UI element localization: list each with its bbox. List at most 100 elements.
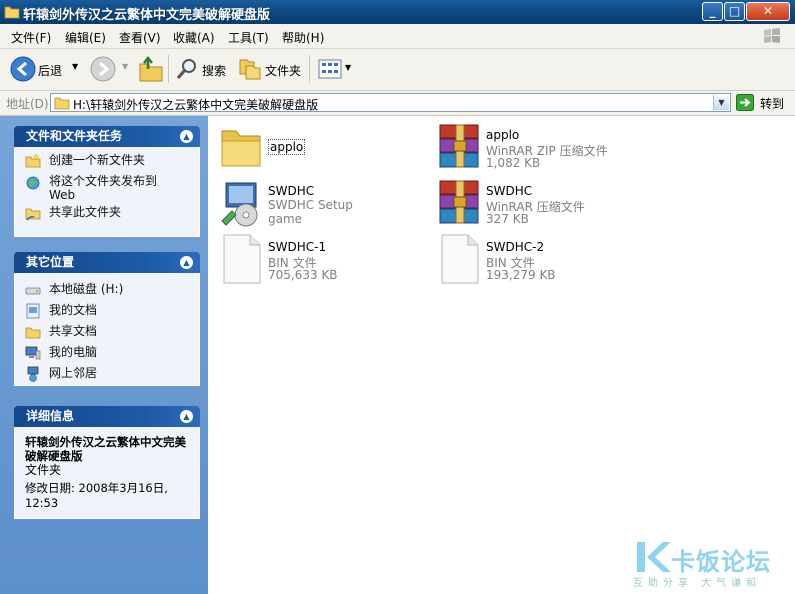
file-item[interactable]: SWDHC WinRAR 压缩文件 327 KB <box>434 177 644 229</box>
other-places-header[interactable]: 其它位置 ▲ <box>14 252 200 273</box>
folders-icon <box>239 59 261 80</box>
back-label: 后退 <box>38 64 63 78</box>
back-arrow-icon <box>10 56 36 82</box>
file-tasks-panel: 文件和文件夹任务 ▲ 创建一个新文件夹 将这个文件夹发布到 Web 共享此文件夹 <box>14 126 200 237</box>
setup-icon <box>221 182 258 227</box>
other-places-body: 本地磁盘 (H:) 我的文档 共享文档 我的电脑 网上邻居 <box>14 273 200 386</box>
file-item[interactable]: applo WinRAR ZIP 压缩文件 1,082 KB <box>434 121 644 173</box>
file-name: SWDHC <box>486 184 533 198</box>
menu-view[interactable]: 查看(V) <box>119 29 161 46</box>
my-computer-icon <box>25 346 41 360</box>
place-my-documents[interactable]: 我的文档 <box>25 303 189 323</box>
folder-icon <box>4 6 20 19</box>
folder-icon <box>221 130 261 167</box>
menu-edit[interactable]: 编辑(E) <box>65 29 106 46</box>
task-share-folder[interactable]: 共享此文件夹 <box>25 205 189 225</box>
task-new-folder[interactable]: 创建一个新文件夹 <box>25 153 189 173</box>
toolbar: 后退 ▼ ▼ 搜索 文件夹 ▼ <box>0 49 795 91</box>
file-list: applo applo WinRAR ZIP 压缩文件 1,082 KB SWD… <box>208 116 795 594</box>
file-size: 327 KB <box>486 212 529 226</box>
address-label: 地址(D) <box>6 97 49 111</box>
blank-file-icon <box>441 234 479 284</box>
other-places-title: 其它位置 <box>26 255 75 269</box>
details-body: 轩辕剑外传汉之云繁体中文完美破解硬盘版 文件夹 修改日期: 2008年3月16日… <box>14 427 200 519</box>
task-label: 共享此文件夹 <box>49 205 122 219</box>
chevron-down-icon[interactable]: ▼ <box>345 63 351 72</box>
task-label: 将这个文件夹发布到 Web <box>49 174 158 202</box>
place-local-disk[interactable]: 本地磁盘 (H:) <box>25 282 189 302</box>
place-label: 我的文档 <box>49 303 98 317</box>
file-tasks-header[interactable]: 文件和文件夹任务 ▲ <box>14 126 200 147</box>
go-arrow-icon <box>736 94 754 111</box>
collapse-icon[interactable]: ▲ <box>180 256 193 269</box>
folder-icon <box>54 97 70 110</box>
task-publish-web[interactable]: 将这个文件夹发布到 Web <box>25 174 189 204</box>
file-item[interactable]: SWDHC SWDHC Setup game <box>216 177 426 229</box>
file-name: SWDHC-1 <box>268 240 327 254</box>
details-type: 文件夹 <box>25 463 62 477</box>
file-item[interactable]: applo <box>216 121 426 173</box>
network-places-icon <box>27 366 39 382</box>
task-label: 创建一个新文件夹 <box>49 153 146 167</box>
menu-tools[interactable]: 工具(T) <box>228 29 269 46</box>
chevron-down-icon[interactable]: ▼ <box>122 62 128 71</box>
address-dropdown-button[interactable]: ▼ <box>713 95 729 110</box>
title-bar[interactable]: 轩辕剑外传汉之云繁体中文完美破解硬盘版 _ □ ✕ <box>0 0 795 25</box>
windows-logo-icon <box>764 28 780 43</box>
menu-favorites[interactable]: 收藏(A) <box>173 29 215 46</box>
file-item[interactable]: SWDHC-1 BIN 文件 705,633 KB <box>216 233 426 285</box>
views-button[interactable]: ▼ <box>318 59 354 81</box>
separator <box>168 55 169 83</box>
blank-file-icon <box>223 234 261 284</box>
details-title: 详细信息 <box>26 409 75 423</box>
file-item[interactable]: SWDHC-2 BIN 文件 193,279 KB <box>434 233 644 285</box>
close-button[interactable]: ✕ <box>746 2 790 21</box>
file-name: applo <box>268 139 306 155</box>
place-label: 本地磁盘 (H:) <box>49 282 124 296</box>
window-title: 轩辕剑外传汉之云繁体中文完美破解硬盘版 <box>23 8 271 23</box>
watermark-slogan: 互助分享 大气谦和 <box>633 578 762 589</box>
file-size: 1,082 KB <box>486 156 541 170</box>
minimize-button[interactable]: _ <box>702 2 723 21</box>
details-name: 轩辕剑外传汉之云繁体中文完美破解硬盘版 <box>25 435 186 463</box>
file-tasks-title: 文件和文件夹任务 <box>26 129 123 143</box>
watermark-title: 卡饭论坛 <box>671 548 771 576</box>
place-network[interactable]: 网上邻居 <box>25 366 189 386</box>
place-my-computer[interactable]: 我的电脑 <box>25 345 189 365</box>
watermark: 卡饭论坛 互助分享 大气谦和 <box>633 540 795 592</box>
place-label: 共享文档 <box>49 324 98 338</box>
menu-file[interactable]: 文件(F) <box>11 29 51 46</box>
local-disk-icon <box>25 287 41 295</box>
search-button[interactable]: 搜索 <box>175 56 233 82</box>
menu-bar: 文件(F) 编辑(E) 查看(V) 收藏(A) 工具(T) 帮助(H) <box>0 24 795 49</box>
search-label: 搜索 <box>202 64 227 78</box>
shared-documents-icon <box>25 327 41 339</box>
details-header[interactable]: 详细信息 ▲ <box>14 406 200 427</box>
address-path[interactable]: H:\轩辕剑外传汉之云繁体中文完美破解硬盘版 <box>73 96 318 113</box>
chevron-down-icon[interactable]: ▼ <box>72 62 78 71</box>
winrar-icon <box>439 180 479 224</box>
place-label: 网上邻居 <box>49 366 98 380</box>
forward-button[interactable]: ▼ <box>90 56 130 82</box>
menu-help[interactable]: 帮助(H) <box>282 29 324 46</box>
details-panel: 详细信息 ▲ 轩辕剑外传汉之云繁体中文完美破解硬盘版 文件夹 修改日期: 200… <box>14 406 200 519</box>
maximize-button[interactable]: □ <box>724 2 745 21</box>
folders-button[interactable]: 文件夹 <box>238 56 304 82</box>
address-bar: 地址(D) H:\轩辕剑外传汉之云繁体中文完美破解硬盘版 ▼ 转到 <box>0 91 795 116</box>
my-documents-icon <box>26 303 40 319</box>
file-company: game <box>268 212 303 226</box>
back-button[interactable]: 后退 ▼ <box>8 56 78 82</box>
file-name: SWDHC-2 <box>486 240 545 254</box>
collapse-icon[interactable]: ▲ <box>180 410 193 423</box>
collapse-icon[interactable]: ▲ <box>180 130 193 143</box>
file-description: SWDHC Setup <box>268 198 353 212</box>
address-field[interactable]: H:\轩辕剑外传汉之云繁体中文完美破解硬盘版 ▼ <box>50 93 731 112</box>
separator <box>309 55 310 83</box>
file-size: 705,633 KB <box>268 268 338 282</box>
other-places-panel: 其它位置 ▲ 本地磁盘 (H:) 我的文档 共享文档 我的电脑 网上邻居 <box>14 252 200 386</box>
place-label: 我的电脑 <box>49 345 98 359</box>
folders-label: 文件夹 <box>265 64 302 78</box>
place-shared-documents[interactable]: 共享文档 <box>25 324 189 344</box>
search-icon <box>176 59 196 79</box>
up-folder-icon[interactable] <box>138 55 164 83</box>
